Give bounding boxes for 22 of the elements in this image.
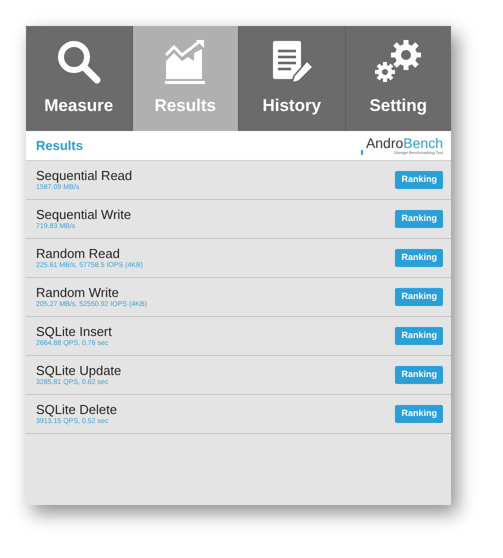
app-logo: AndroBench <box>366 136 443 150</box>
benchmark-name: Random Read <box>36 247 121 260</box>
ranking-button[interactable]: Ranking <box>395 366 443 384</box>
gears-icon <box>373 38 424 85</box>
benchmark-name: SQLite Delete <box>36 403 117 416</box>
search-icon <box>56 38 102 85</box>
ranking-button[interactable]: Ranking <box>395 405 443 423</box>
benchmark-name: SQLite Update <box>36 364 122 377</box>
nav-tab[interactable]: Setting <box>344 26 451 131</box>
nav-tab[interactable]: History <box>238 26 344 131</box>
ranking-button[interactable]: Ranking <box>395 171 443 189</box>
benchmark-name: Random Write <box>36 286 120 299</box>
ranking-button[interactable]: Ranking <box>395 327 443 345</box>
nav-tab[interactable]: Measure <box>26 26 132 131</box>
ranking-button[interactable]: Ranking <box>395 210 443 228</box>
section-title: Results <box>36 136 83 155</box>
benchmark-name: SQLite Insert <box>36 325 112 338</box>
ranking-button[interactable]: Ranking <box>395 249 443 267</box>
ranking-button[interactable]: Ranking <box>395 288 443 306</box>
nav-tab[interactable]: Results <box>132 26 238 131</box>
benchmark-name: Sequential Write <box>36 208 132 221</box>
benchmark-name: Sequential Read <box>36 169 132 182</box>
